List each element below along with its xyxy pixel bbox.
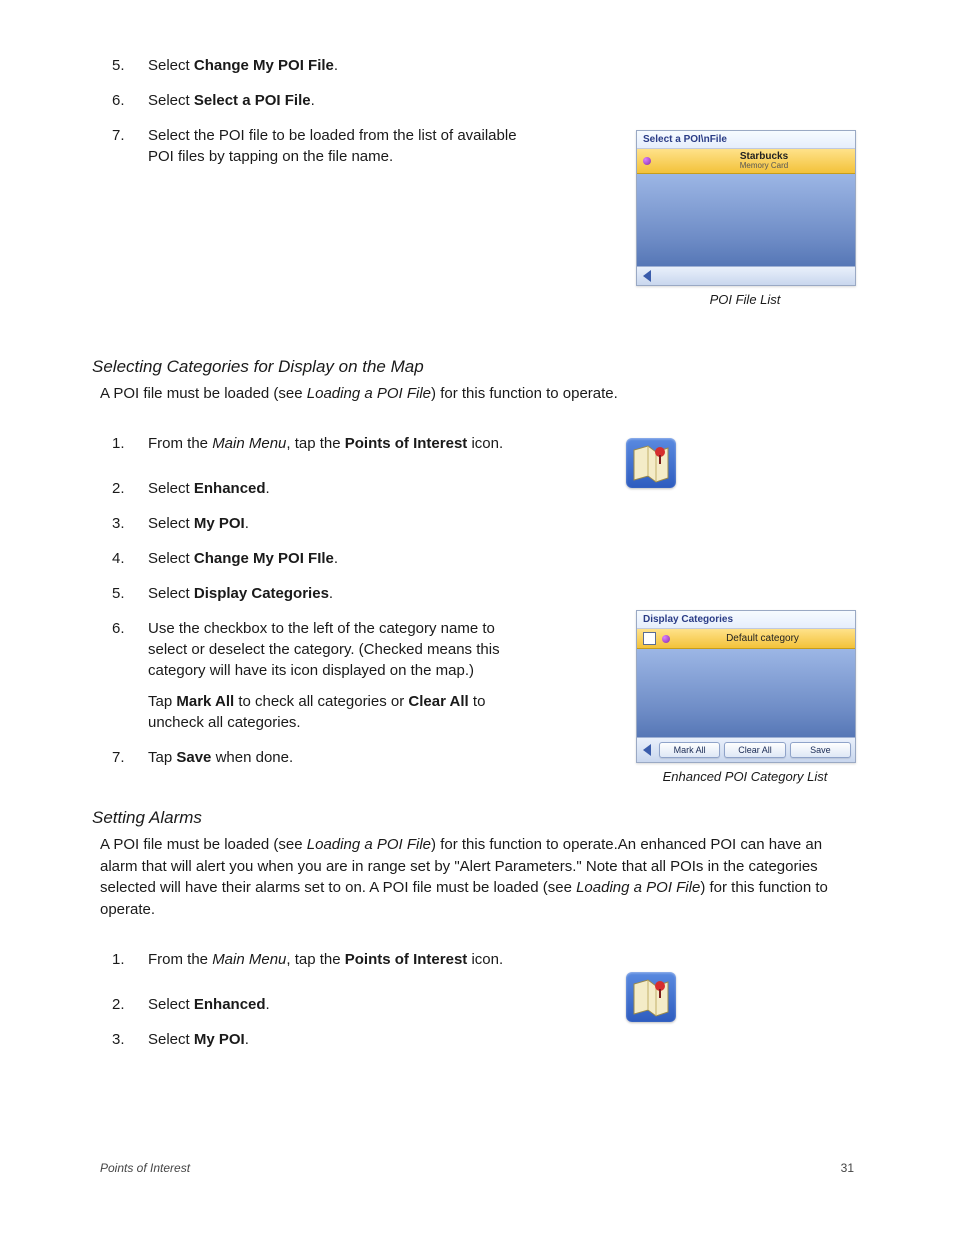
- miniwin-select-poi-file: Select a POI\nFile Starbucks Memory Card: [636, 130, 856, 286]
- figure-display-categories: Display Categories Default category Mark…: [636, 610, 854, 784]
- step-num: 7.: [100, 125, 148, 167]
- step-num: 6.: [100, 90, 148, 111]
- category-label: Default category: [676, 633, 849, 644]
- s2-step-2: 2. Select Enhanced.: [100, 994, 854, 1015]
- s1-step-3: 3. Select My POI.: [100, 513, 854, 534]
- miniwin-footer: Mark All Clear All Save: [637, 737, 855, 762]
- step-text: Select Select a POI File.: [148, 90, 538, 111]
- poi-dot-icon: [643, 157, 651, 165]
- s1-step-1: 1. From the Main Menu, tap the Points of…: [100, 433, 854, 454]
- section-heading-setting-alarms: Setting Alarms: [92, 808, 854, 828]
- footer-section: Points of Interest: [100, 1161, 190, 1175]
- miniwin-title: Select a POI\nFile: [637, 131, 855, 149]
- section2-steps: 1. From the Main Menu, tap the Points of…: [100, 949, 854, 1050]
- miniwin-title: Display Categories: [637, 611, 855, 629]
- category-checkbox[interactable]: [643, 632, 656, 645]
- back-arrow-icon[interactable]: [643, 270, 651, 282]
- miniwin-body: [637, 649, 855, 737]
- s2-step-3: 3. Select My POI.: [100, 1029, 854, 1050]
- s1-step-4: 4. Select Change My POI FIle.: [100, 548, 854, 569]
- figure-poi-file-list: Select a POI\nFile Starbucks Memory Card…: [636, 130, 854, 307]
- s2-step-1: 1. From the Main Menu, tap the Points of…: [100, 949, 854, 970]
- category-dot-icon: [662, 635, 670, 643]
- step-5: 5. Select Change My POI File.: [100, 55, 854, 76]
- step-num: 5.: [100, 55, 148, 76]
- figure-caption: POI File List: [636, 292, 854, 307]
- s1-step-5: 5. Select Display Categories.: [100, 583, 854, 604]
- miniwin-body: [637, 174, 855, 266]
- save-button[interactable]: Save: [790, 742, 851, 758]
- section-heading-selecting-categories: Selecting Categories for Display on the …: [92, 357, 854, 377]
- step-text: Select the POI file to be loaded from th…: [148, 125, 538, 167]
- step-6: 6. Select Select a POI File.: [100, 90, 854, 111]
- figure-caption: Enhanced POI Category List: [636, 769, 854, 784]
- category-row[interactable]: Default category: [637, 629, 855, 649]
- step-text: Select Change My POI File.: [148, 55, 538, 76]
- section2-intro: A POI file must be loaded (see Loading a…: [100, 834, 854, 921]
- clear-all-button[interactable]: Clear All: [724, 742, 785, 758]
- poi-file-source: Memory Card: [740, 162, 788, 171]
- footer-page-number: 31: [841, 1161, 854, 1175]
- page-footer: Points of Interest 31: [100, 1161, 854, 1175]
- section1-intro: A POI file must be loaded (see Loading a…: [100, 383, 854, 405]
- poi-file-row[interactable]: Starbucks Memory Card: [637, 149, 855, 174]
- back-arrow-icon[interactable]: [643, 744, 651, 756]
- s1-step-2: 2. Select Enhanced.: [100, 478, 854, 499]
- poi-map-icon: [626, 972, 676, 1022]
- miniwin-footer: [637, 266, 855, 285]
- mark-all-button[interactable]: Mark All: [659, 742, 720, 758]
- miniwin-display-categories: Display Categories Default category Mark…: [636, 610, 856, 763]
- poi-map-icon: [626, 438, 676, 488]
